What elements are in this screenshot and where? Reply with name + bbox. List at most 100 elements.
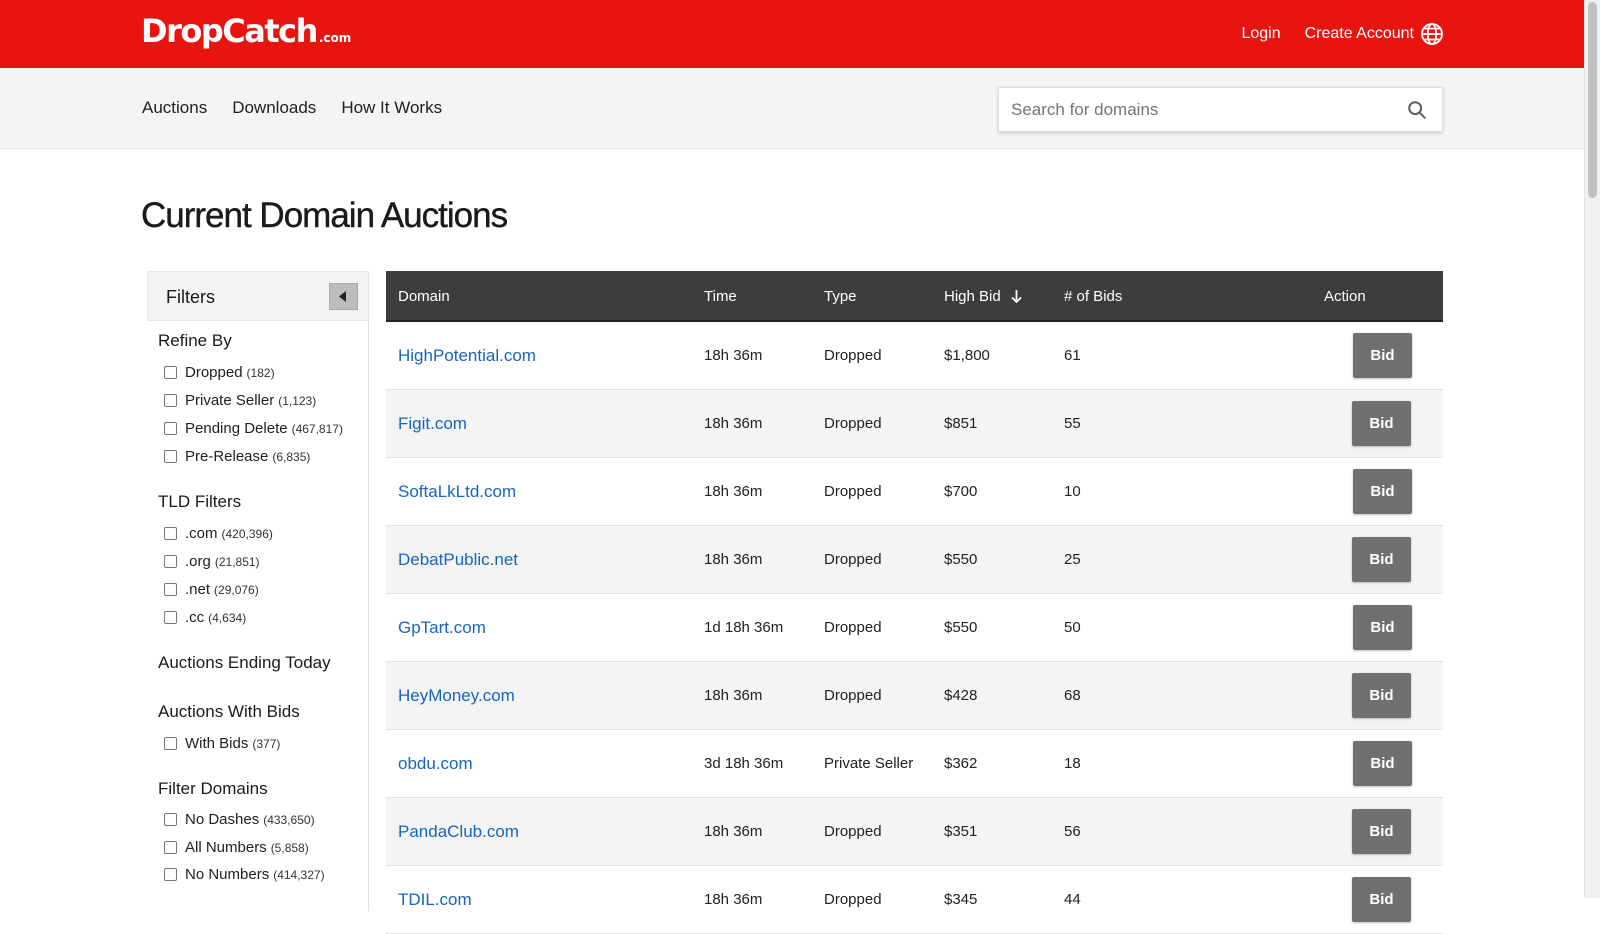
- top-header: DropCatch .com Login Create Account: [0, 0, 1584, 68]
- bid-button[interactable]: Bid: [1352, 877, 1411, 922]
- nav-how-it-works[interactable]: How It Works: [341, 98, 442, 118]
- high-bid: $700: [944, 483, 978, 500]
- table-body: HighPotential.com 18h 36m Dropped $1,800 61 B…: [386, 322, 1443, 934]
- filter-label: Private Seller: [185, 392, 275, 409]
- search-input[interactable]: [999, 88, 1394, 131]
- bid-button[interactable]: Bid: [1352, 809, 1411, 854]
- bid-count: 25: [1064, 551, 1081, 568]
- search-icon[interactable]: [1406, 99, 1428, 121]
- high-bid: $428: [944, 687, 978, 704]
- filter-count: (420,396): [221, 526, 273, 541]
- bid-button[interactable]: Bid: [1353, 333, 1412, 378]
- filter-private-seller[interactable]: Private Seller (1,123): [164, 392, 316, 409]
- domain-link[interactable]: GpTart.com: [398, 618, 486, 638]
- main-navigation-bar: Auctions Downloads How It Works: [0, 68, 1584, 149]
- col-domain[interactable]: Domain: [398, 288, 450, 305]
- high-bid: $550: [944, 619, 978, 636]
- filter-tld-net[interactable]: .net (29,076): [164, 581, 259, 598]
- bid-button[interactable]: Bid: [1352, 537, 1411, 582]
- filter-tld-com[interactable]: .com (420,396): [164, 525, 273, 542]
- logo-text: DropCatch: [141, 12, 318, 50]
- table-row: Figit.com 18h 36m Dropped $851 55 Bid: [386, 390, 1443, 458]
- refine-by-title: Refine By: [158, 331, 232, 350]
- checkbox[interactable]: [164, 868, 177, 881]
- collapse-filters-button[interactable]: [329, 283, 358, 310]
- bid-count: 50: [1064, 619, 1081, 636]
- time-left: 18h 36m: [704, 551, 763, 568]
- checkbox[interactable]: [164, 737, 177, 750]
- filter-dropped[interactable]: Dropped (182): [164, 364, 275, 381]
- main-nav: Auctions Downloads How It Works: [142, 98, 442, 118]
- col-num-bids[interactable]: # of Bids: [1064, 288, 1122, 305]
- domain-link[interactable]: SoftaLkLtd.com: [398, 482, 516, 502]
- bid-button[interactable]: Bid: [1352, 401, 1411, 446]
- col-type[interactable]: Type: [824, 288, 857, 305]
- caret-left-icon: [339, 291, 346, 302]
- create-account-link[interactable]: Create Account: [1305, 25, 1414, 43]
- auction-type: Dropped: [824, 483, 882, 500]
- scrollbar-thumb[interactable]: [1588, 2, 1597, 198]
- checkbox[interactable]: [164, 813, 177, 826]
- filter-all-numbers[interactable]: All Numbers (5,858): [164, 839, 309, 856]
- filter-label: .org: [185, 553, 211, 570]
- domain-link[interactable]: DebatPublic.net: [398, 550, 518, 570]
- auction-type: Private Seller: [824, 755, 914, 772]
- auction-type: Dropped: [824, 415, 882, 432]
- col-high-bid[interactable]: High Bid: [944, 288, 1022, 305]
- filter-no-dashes[interactable]: No Dashes (433,650): [164, 811, 315, 828]
- filter-no-numbers[interactable]: No Numbers (414,327): [164, 866, 325, 883]
- filter-label: .cc: [185, 609, 205, 626]
- domain-link[interactable]: HighPotential.com: [398, 346, 536, 366]
- domain-link[interactable]: TDIL.com: [398, 890, 472, 910]
- checkbox[interactable]: [164, 450, 177, 463]
- filter-count: (433,650): [263, 812, 315, 827]
- dropcatch-logo[interactable]: DropCatch .com: [141, 12, 351, 50]
- checkbox[interactable]: [164, 394, 177, 407]
- checkbox[interactable]: [164, 422, 177, 435]
- tld-filters-title: TLD Filters: [158, 492, 242, 511]
- filter-tld-org[interactable]: .org (21,851): [164, 553, 260, 570]
- filter-pre-release[interactable]: Pre-Release (6,835): [164, 448, 310, 465]
- checkbox[interactable]: [164, 841, 177, 854]
- bid-button[interactable]: Bid: [1353, 741, 1412, 786]
- high-bid: $345: [944, 891, 978, 908]
- checkbox[interactable]: [164, 611, 177, 624]
- auctions-ending-today-link[interactable]: Auctions Ending Today: [158, 653, 331, 673]
- checkbox[interactable]: [164, 527, 177, 540]
- login-link[interactable]: Login: [1241, 25, 1280, 43]
- time-left: 18h 36m: [704, 347, 763, 364]
- domain-link[interactable]: PandaClub.com: [398, 822, 519, 842]
- filters-header: Filters: [147, 271, 369, 321]
- domain-link[interactable]: HeyMoney.com: [398, 686, 515, 706]
- table-row: DebatPublic.net 18h 36m Dropped $550 25 Bid: [386, 526, 1443, 594]
- high-bid: $550: [944, 551, 978, 568]
- col-time[interactable]: Time: [704, 288, 737, 305]
- domain-link[interactable]: obdu.com: [398, 754, 473, 774]
- bid-button[interactable]: Bid: [1353, 605, 1412, 650]
- checkbox[interactable]: [164, 583, 177, 596]
- filter-tld-cc[interactable]: .cc (4,634): [164, 609, 246, 626]
- page-title: Current Domain Auctions: [141, 196, 508, 235]
- bid-button[interactable]: Bid: [1353, 469, 1412, 514]
- checkbox[interactable]: [164, 366, 177, 379]
- time-left: 18h 36m: [704, 483, 763, 500]
- filter-count: (414,327): [273, 867, 325, 882]
- bid-count: 18: [1064, 755, 1081, 772]
- logo-suffix: .com: [318, 31, 352, 45]
- globe-icon[interactable]: [1420, 22, 1444, 46]
- page-scrollbar[interactable]: [1584, 0, 1600, 898]
- filters-title: Filters: [166, 287, 215, 307]
- nav-downloads[interactable]: Downloads: [232, 98, 316, 118]
- nav-auctions[interactable]: Auctions: [142, 98, 207, 118]
- filter-label: Pending Delete: [185, 420, 288, 437]
- checkbox[interactable]: [164, 555, 177, 568]
- filter-pending-delete[interactable]: Pending Delete (467,817): [164, 420, 343, 437]
- auction-type: Dropped: [824, 891, 882, 908]
- col-high-bid-label: High Bid: [944, 288, 1001, 305]
- bid-count: 10: [1064, 483, 1081, 500]
- filter-with-bids[interactable]: With Bids (377): [164, 735, 280, 752]
- bid-button[interactable]: Bid: [1352, 673, 1411, 718]
- time-left: 18h 36m: [704, 823, 763, 840]
- domain-link[interactable]: Figit.com: [398, 414, 467, 434]
- auctions-table: Domain Time Type High Bid # of Bids Acti…: [386, 271, 1443, 934]
